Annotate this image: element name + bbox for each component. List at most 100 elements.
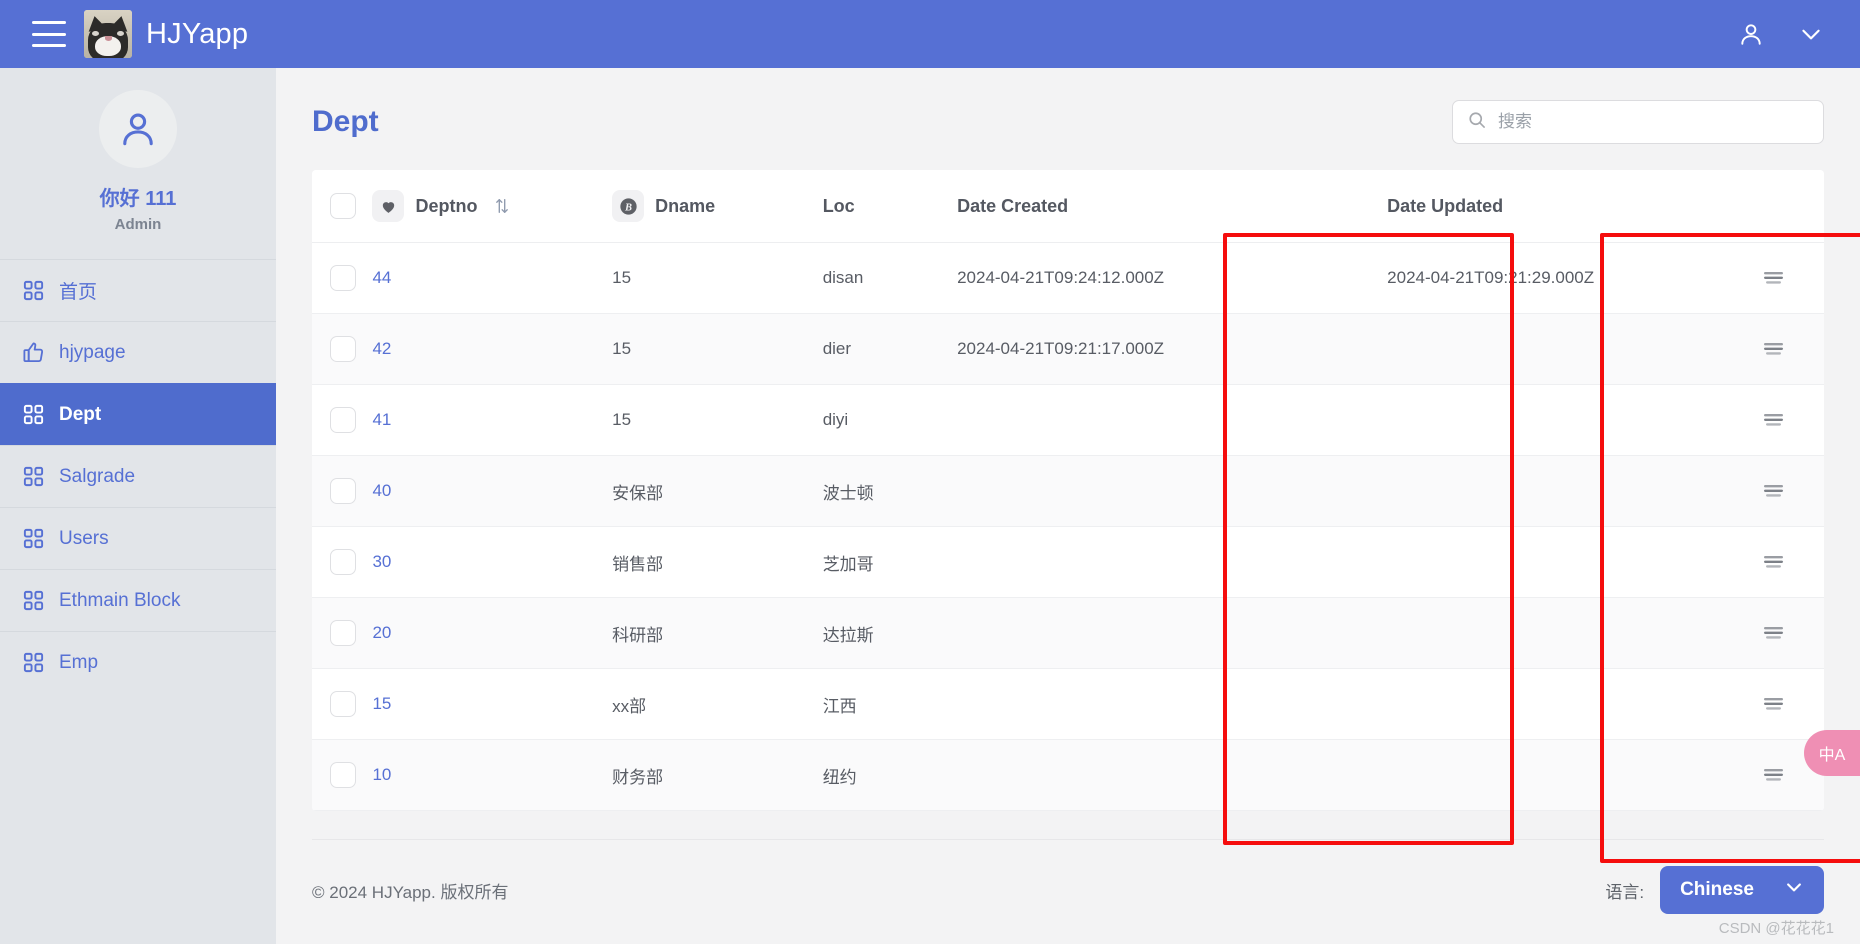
deptno-link[interactable]: 44 (372, 268, 391, 287)
cell-actions (1723, 313, 1824, 385)
grid-icon (22, 279, 45, 302)
cell-deptno: 20 (372, 597, 613, 669)
cell-dname: 15 (612, 242, 823, 314)
sidebar-item-users[interactable]: Users (0, 507, 276, 569)
watermark: CSDN @花花花1 (1718, 920, 1834, 937)
person-icon[interactable] (1738, 21, 1764, 47)
row-checkbox[interactable] (330, 265, 356, 291)
sort-arrows-icon[interactable] (494, 197, 510, 215)
cell-deptno: 40 (372, 455, 613, 527)
row-select-cell (312, 242, 373, 314)
sidebar-nav: 首页 hjypage Dept Salgrade Users Ethmain B… (0, 259, 276, 693)
cell-date-created (957, 597, 1294, 669)
row-checkbox[interactable] (330, 620, 356, 646)
copyright-text: © 2024 HJYapp. 版权所有 (312, 882, 509, 902)
menu-lines-icon[interactable] (1723, 411, 1824, 429)
cell-spacer (1293, 668, 1388, 740)
search-container (1452, 100, 1824, 144)
deptno-link[interactable]: 30 (372, 552, 391, 571)
cell-date-updated (1387, 384, 1724, 456)
row-checkbox[interactable] (330, 336, 356, 362)
table-row[interactable]: 40 安保部 波士顿 (312, 455, 1824, 527)
search-input[interactable] (1498, 112, 1809, 132)
table-row[interactable]: 30 销售部 芝加哥 (312, 526, 1824, 598)
row-checkbox[interactable] (330, 407, 356, 433)
search-box[interactable] (1452, 100, 1824, 144)
row-select-cell (312, 384, 373, 456)
table-row[interactable]: 10 财务部 纽约 (312, 739, 1824, 811)
deptno-link[interactable]: 40 (372, 481, 391, 500)
row-checkbox[interactable] (330, 549, 356, 575)
menu-lines-icon[interactable] (1723, 624, 1824, 642)
header-date-updated[interactable]: Date Updated (1387, 170, 1724, 243)
menu-lines-icon[interactable] (1723, 695, 1824, 713)
cell-actions (1723, 668, 1824, 740)
row-select-cell (312, 526, 373, 598)
row-select-cell (312, 455, 373, 527)
cell-dname: 销售部 (612, 526, 823, 598)
cell-dname: 安保部 (612, 455, 823, 527)
table-row[interactable]: 41 15 diyi (312, 384, 1824, 456)
hamburger-menu-icon[interactable] (32, 21, 66, 47)
row-checkbox[interactable] (330, 478, 356, 504)
menu-lines-icon[interactable] (1723, 553, 1824, 571)
sidebar-item-hjypage[interactable]: hjypage (0, 321, 276, 383)
translate-fab-button[interactable]: 中A (1804, 730, 1860, 776)
menu-lines-icon[interactable] (1723, 269, 1824, 287)
chevron-down-icon[interactable] (1798, 21, 1824, 47)
table-row[interactable]: 44 15 disan 2024-04-21T09:24:12.000Z 202… (312, 242, 1824, 314)
select-all-checkbox[interactable] (330, 193, 356, 219)
search-icon (1467, 110, 1487, 135)
header-loc-label: Loc (822, 195, 855, 216)
deptno-link[interactable]: 41 (372, 410, 391, 429)
cell-deptno: 44 (372, 242, 613, 314)
profile-role: Admin (114, 216, 162, 233)
chevron-down-icon (1784, 877, 1804, 903)
sidebar-item-emp[interactable]: Emp (0, 631, 276, 693)
cell-date-created: 2024-04-21T09:21:17.000Z (957, 313, 1294, 385)
cell-actions (1723, 526, 1824, 598)
sidebar-item-dept[interactable]: Dept (0, 383, 276, 445)
row-checkbox[interactable] (330, 762, 356, 788)
grid-icon (22, 589, 45, 612)
table-row[interactable]: 20 科研部 达拉斯 (312, 597, 1824, 669)
menu-lines-icon[interactable] (1723, 482, 1824, 500)
sidebar-item-salgrade[interactable]: Salgrade (0, 445, 276, 507)
cell-date-updated (1387, 597, 1724, 669)
cell-actions (1723, 455, 1824, 527)
menu-lines-icon[interactable] (1723, 766, 1824, 784)
bitcoin-icon: B (612, 190, 645, 222)
header-dname-label: Dname (655, 195, 716, 216)
header-dname[interactable]: B Dname (612, 170, 823, 243)
cell-spacer (1293, 313, 1388, 385)
deptno-link[interactable]: 15 (372, 694, 391, 713)
sidebar-item-label: Dept (59, 403, 102, 425)
sidebar-item-home[interactable]: 首页 (0, 259, 276, 321)
cell-date-updated (1387, 313, 1724, 385)
brand-title: HJYapp (146, 17, 249, 50)
table-row[interactable]: 42 15 dier 2024-04-21T09:21:17.000Z (312, 313, 1824, 385)
cell-loc: 达拉斯 (822, 597, 958, 669)
cell-loc: 芝加哥 (822, 526, 958, 598)
sidebar-item-ethmain-block[interactable]: Ethmain Block (0, 569, 276, 631)
header-deptno-label: Deptno (415, 195, 478, 216)
table-row[interactable]: 15 xx部 江西 (312, 668, 1824, 740)
language-select[interactable]: Chinese (1660, 866, 1824, 914)
heart-icon (372, 190, 405, 222)
deptno-link[interactable]: 42 (372, 339, 391, 358)
header-date-created[interactable]: Date Created (957, 170, 1294, 243)
deptno-link[interactable]: 20 (372, 623, 391, 642)
cell-date-updated (1387, 739, 1724, 811)
grid-icon (22, 465, 45, 488)
brand[interactable]: HJYapp (84, 10, 248, 58)
cell-dname: 财务部 (612, 739, 823, 811)
row-checkbox[interactable] (330, 691, 356, 717)
header-deptno[interactable]: Deptno (372, 170, 613, 243)
header-date-created-label: Date Created (957, 195, 1069, 216)
dept-table: Deptno B Dname Loc Date Created Date Upd… (312, 170, 1824, 811)
thumbs-up-icon (22, 341, 45, 364)
header-loc[interactable]: Loc (822, 170, 958, 243)
menu-lines-icon[interactable] (1723, 340, 1824, 358)
top-bar: HJYapp (0, 0, 1860, 68)
deptno-link[interactable]: 10 (372, 765, 391, 784)
